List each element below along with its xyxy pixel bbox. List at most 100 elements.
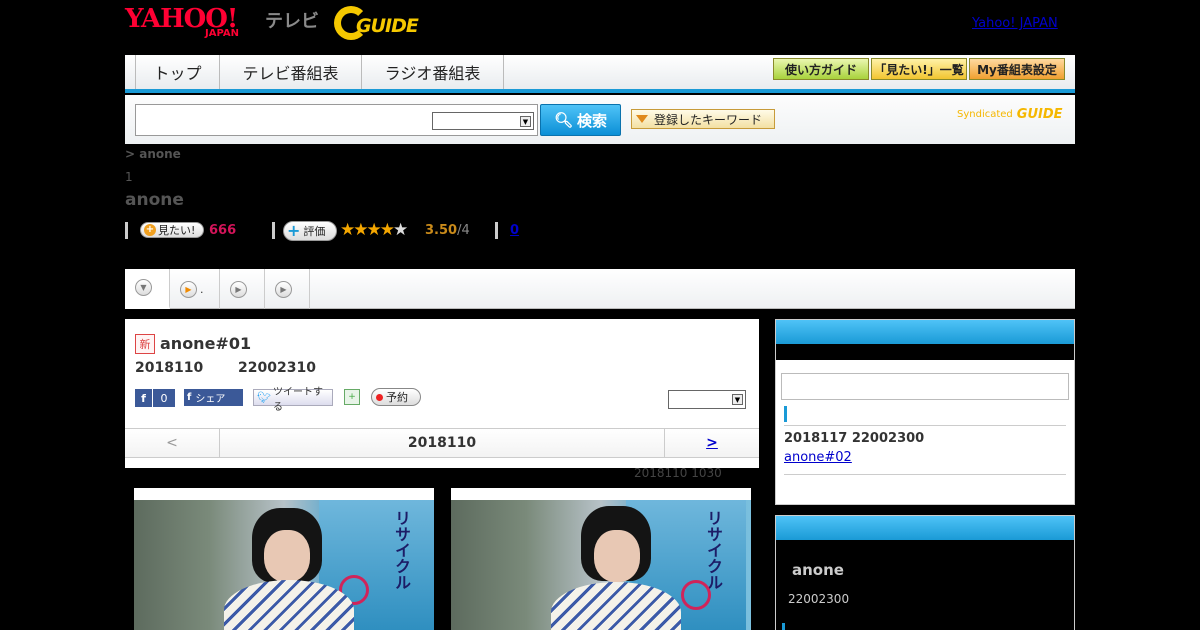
syndicated-gguide-logo: Syndicated GUIDE [957,107,1063,122]
syndicated-logo-text: GUIDE [1016,107,1063,122]
plus-icon: + [287,221,301,240]
rate-label: 評価 [303,225,326,238]
chevron-down-icon: ▼ [732,394,743,405]
search-area: ▼ 🔍︎ 検索 登録したキーワード Syndicated GUIDE [125,95,1075,144]
star-empty-icon: ★ [392,220,408,240]
facebook-like-button[interactable]: f 0 [135,389,175,407]
facebook-icon: f [187,392,192,403]
twitter-bird-icon: 🐦︎ [257,391,271,404]
global-nav: トップ テレビ番組表 ラジオ番組表 使い方ガイド 「見たい!」一覧 My番組表設… [125,55,1075,93]
facebook-share-button[interactable]: f シェア [184,389,243,406]
gguide-logo[interactable]: GUIDE [334,6,434,40]
registered-keyword-label: 登録したキーワード [654,112,763,127]
nav-tab-radio-listings[interactable]: ラジオ番組表 [362,55,504,89]
star-filled-icons: ★★★★ [340,220,395,240]
episode-photo-1[interactable]: リサイクル [134,488,434,630]
reserve-label: 予約 [386,391,408,404]
facebook-like-count: 0 [160,391,168,405]
episode-pager: < 2018110 > [125,428,759,458]
tab-2[interactable]: ▶ [220,269,265,309]
pager-current-date: 2018110 [407,435,477,451]
sidebar-header [776,516,1074,540]
next-broadcast-date: 2018117 22002300 [784,431,925,446]
sidebar-program-info: anone 22002300 [775,515,1075,630]
breadcrumb[interactable]: > anone [125,147,181,161]
pager-prev-button[interactable]: < [125,429,220,457]
divider [125,222,128,239]
divider [495,222,498,239]
program-title: anone [125,190,184,210]
tv-logo-text[interactable]: テレビ [265,7,319,33]
rating-score-value: 3.50 [425,223,458,238]
program-tabs: ▼ ▶ . ▶ ▶ [125,269,1075,309]
sidebar-section-mark [782,623,785,630]
review-count-link[interactable]: 0 [510,223,519,238]
play-icon: ▶ [180,280,197,298]
search-icon: 🔍︎ [553,111,574,129]
photo-scene: リサイクル [134,500,434,630]
chevron-down-icon: ▼ [135,279,152,296]
episode-time: 22002310 [238,360,316,376]
rating-stars: ★★★★★ [340,220,408,240]
facebook-icon: f [135,389,153,407]
photo-scene: リサイクル [451,500,751,630]
reserve-button[interactable]: 予約 [371,388,421,406]
rating-score-denominator: /4 [457,223,470,238]
sidebar-program-title: anone [792,561,844,579]
photo-sign-text: リサイクル [392,510,411,590]
sidebar-section-mark [784,406,787,422]
photo-heart-graffiti [681,580,711,610]
nav-tab-top[interactable]: トップ [135,55,220,89]
yahoo-japan-sub: JAPAN [205,28,239,39]
photo-sign-text: リサイクル [704,510,723,590]
search-button-label: 検索 [577,111,608,130]
chevron-down-icon: ▼ [520,116,531,127]
triangle-down-icon [636,115,648,123]
search-button[interactable]: 🔍︎ 検索 [540,104,621,136]
record-dot-icon [376,393,383,401]
divider [784,474,1066,475]
tab-label: . [200,282,204,296]
breadcrumb-number: 1 [125,170,133,184]
update-note: 2018110 1030 [634,466,722,480]
rate-button[interactable]: + 評価 [283,221,337,241]
episode-date: 2018110 [135,360,204,376]
sidebar-subheader [776,344,1074,360]
syndicated-text: Syndicated [957,109,1013,120]
episode-photo-2[interactable]: リサイクル [451,488,751,630]
next-episode-link[interactable]: anone#02 [784,450,852,465]
facebook-share-label: シェア [195,394,226,405]
episode-select[interactable]: ▼ [668,390,746,409]
nav-tab-tv-listings[interactable]: テレビ番組表 [220,55,362,89]
new-badge: 新 [135,334,155,354]
pager-next-link[interactable]: > [664,429,759,457]
tab-3[interactable]: ▶ [265,269,310,309]
sidebar-input[interactable] [781,373,1069,400]
tab-episode-list[interactable]: ▼ [125,269,170,309]
registered-keyword-button[interactable]: 登録したキーワード [631,109,775,129]
divider [272,222,275,239]
rating-score: 3.50/4 [425,223,470,238]
search-category-select[interactable]: ▼ [432,112,534,130]
plus-icon: + [144,224,156,236]
want-to-watch-button[interactable]: + 見たい! [140,222,204,238]
photo-face [594,530,640,582]
tab-1[interactable]: ▶ . [170,269,220,309]
tweet-button[interactable]: 🐦︎ ツイートする [253,387,333,413]
play-icon: ▶ [230,280,247,298]
sidebar-program-time: 22002300 [788,592,850,606]
want-count: 666 [209,223,237,238]
tweet-label: ツイートする [272,386,323,413]
want-list-button[interactable]: 「見たい!」一覧 [871,58,967,80]
sidebar-body [776,540,1074,630]
usage-guide-button[interactable]: 使い方ガイド [773,58,869,80]
want-to-watch-label: 見たい! [158,224,196,237]
photo-face [264,530,310,582]
sidebar-header [776,320,1074,344]
sidebar-next-broadcast: 2018117 22002300 anone#02 [775,319,1075,505]
my-listing-settings-button[interactable]: My番組表設定 [969,58,1065,80]
yahoo-japan-link[interactable]: Yahoo! JAPAN [972,16,1058,31]
gguide-logo-text: GUIDE [356,15,419,37]
play-icon: ▶ [275,280,292,298]
calendar-add-icon[interactable]: + [344,389,360,405]
